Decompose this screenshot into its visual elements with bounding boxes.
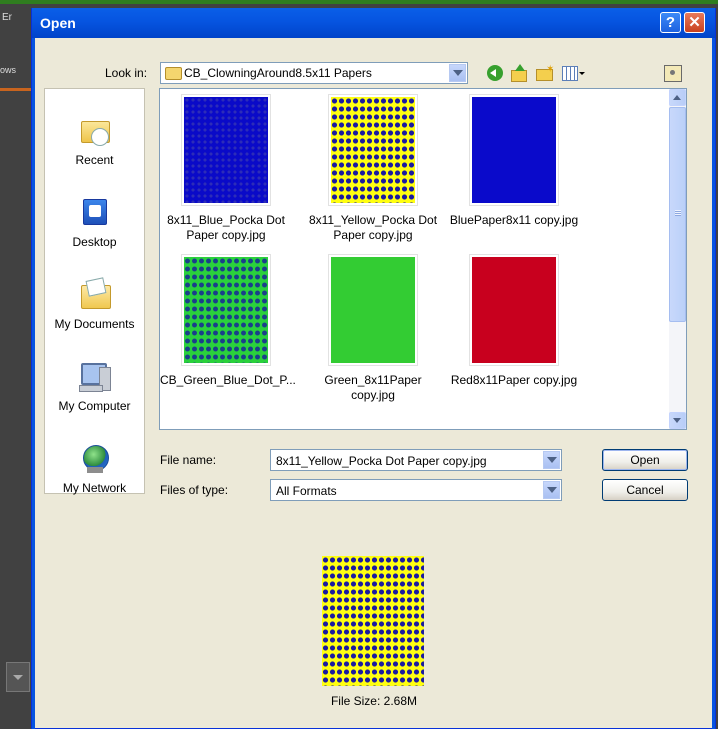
my-documents-icon xyxy=(79,277,111,311)
file-item[interactable]: 8x11_Yellow_Pocka Dot Paper copy.jpg xyxy=(307,89,457,249)
folder-icon xyxy=(165,67,182,80)
place-desktop[interactable]: Desktop xyxy=(45,197,144,249)
my-network-icon xyxy=(79,443,111,475)
files-of-type-dropdown[interactable]: All Formats xyxy=(270,479,562,501)
file-thumbnail xyxy=(469,254,559,366)
place-label: My Computer xyxy=(58,399,131,413)
views-menu-icon[interactable] xyxy=(562,64,585,82)
background-accent-line xyxy=(0,88,32,91)
file-thumbnail xyxy=(328,254,418,366)
look-in-label: Look in: xyxy=(105,66,148,80)
background-top-bar xyxy=(0,0,718,4)
file-name-label: File name: xyxy=(160,453,217,467)
place-my-computer[interactable]: My Computer xyxy=(45,361,144,413)
file-item[interactable]: CB_Green_Blue_Dot_P... xyxy=(160,249,310,409)
file-item[interactable]: Green_8x11Paper copy.jpg xyxy=(307,249,457,409)
file-name: BluePaper8x11 copy.jpg xyxy=(449,213,579,227)
dialog-title: Open xyxy=(40,15,76,31)
up-one-level-icon[interactable] xyxy=(510,64,528,82)
file-name: 8x11_Blue_Pocka Dot Paper copy.jpg xyxy=(167,213,285,242)
scroll-down-icon[interactable] xyxy=(669,412,686,429)
title-bar[interactable]: Open ? ✕ xyxy=(32,8,715,38)
new-folder-icon[interactable]: ✶ xyxy=(535,64,554,82)
place-my-documents[interactable]: My Documents xyxy=(45,277,144,331)
file-name: Red8x11Paper copy.jpg xyxy=(450,373,578,387)
file-thumbnail xyxy=(181,94,271,206)
dialog-border-left xyxy=(32,38,35,729)
file-name: Green_8x11Paper copy.jpg xyxy=(324,373,422,402)
preview-panel xyxy=(322,556,424,686)
close-button[interactable]: ✕ xyxy=(684,12,705,33)
place-label: My Documents xyxy=(54,317,135,331)
file-name: CB_Green_Blue_Dot_P... xyxy=(160,373,296,387)
background-menu-text: Er xyxy=(2,12,12,23)
chevron-down-icon[interactable] xyxy=(543,481,560,499)
files-of-type-value: All Formats xyxy=(276,484,337,498)
scroll-thumb[interactable] xyxy=(669,107,686,322)
background-panel-text: ows xyxy=(0,65,17,75)
background-dropdown-button[interactable] xyxy=(6,662,30,692)
scroll-up-icon[interactable] xyxy=(669,89,686,106)
file-thumbnail xyxy=(328,94,418,206)
preview-image xyxy=(322,556,424,686)
recent-icon xyxy=(79,115,111,147)
file-item[interactable]: BluePaper8x11 copy.jpg xyxy=(448,89,598,249)
open-dialog: Open ? ✕ Look in: CB_ClowningAround8.5x1… xyxy=(31,8,716,729)
chevron-down-icon[interactable] xyxy=(543,451,560,469)
file-thumbnail xyxy=(469,94,559,206)
place-label: My Network xyxy=(62,481,127,495)
place-recent[interactable]: Recent xyxy=(45,115,144,167)
pin-icon[interactable] xyxy=(664,65,682,82)
help-button[interactable]: ? xyxy=(660,12,681,33)
cancel-button[interactable]: Cancel xyxy=(602,479,688,501)
file-name-value: 8x11_Yellow_Pocka Dot Paper copy.jpg xyxy=(276,454,487,468)
back-icon[interactable] xyxy=(487,65,503,81)
dialog-border-right xyxy=(712,38,715,729)
file-list[interactable]: 8x11_Blue_Pocka Dot Paper copy.jpg 8x11_… xyxy=(159,88,687,430)
place-label: Desktop xyxy=(72,235,117,249)
files-of-type-label: Files of type: xyxy=(160,483,229,497)
my-computer-icon xyxy=(78,361,111,393)
look-in-dropdown[interactable]: CB_ClowningAround8.5x11 Papers xyxy=(160,62,468,84)
places-bar: Recent Desktop My Documents My Computer … xyxy=(44,88,145,495)
desktop-icon xyxy=(79,197,111,229)
chevron-down-icon[interactable] xyxy=(449,64,466,82)
place-my-network[interactable]: My Network xyxy=(45,443,144,495)
place-label: Recent xyxy=(75,153,114,167)
file-size-label: File Size: 2.68M xyxy=(330,694,418,708)
vertical-scrollbar[interactable] xyxy=(669,89,686,429)
look-in-value: CB_ClowningAround8.5x11 Papers xyxy=(184,66,372,80)
file-item[interactable]: Red8x11Paper copy.jpg xyxy=(448,249,598,409)
file-name-field[interactable]: 8x11_Yellow_Pocka Dot Paper copy.jpg xyxy=(270,449,562,471)
file-name: 8x11_Yellow_Pocka Dot Paper copy.jpg xyxy=(308,213,438,242)
open-button[interactable]: Open xyxy=(602,449,688,471)
file-thumbnail xyxy=(181,254,271,366)
file-item[interactable]: 8x11_Blue_Pocka Dot Paper copy.jpg xyxy=(160,89,310,249)
